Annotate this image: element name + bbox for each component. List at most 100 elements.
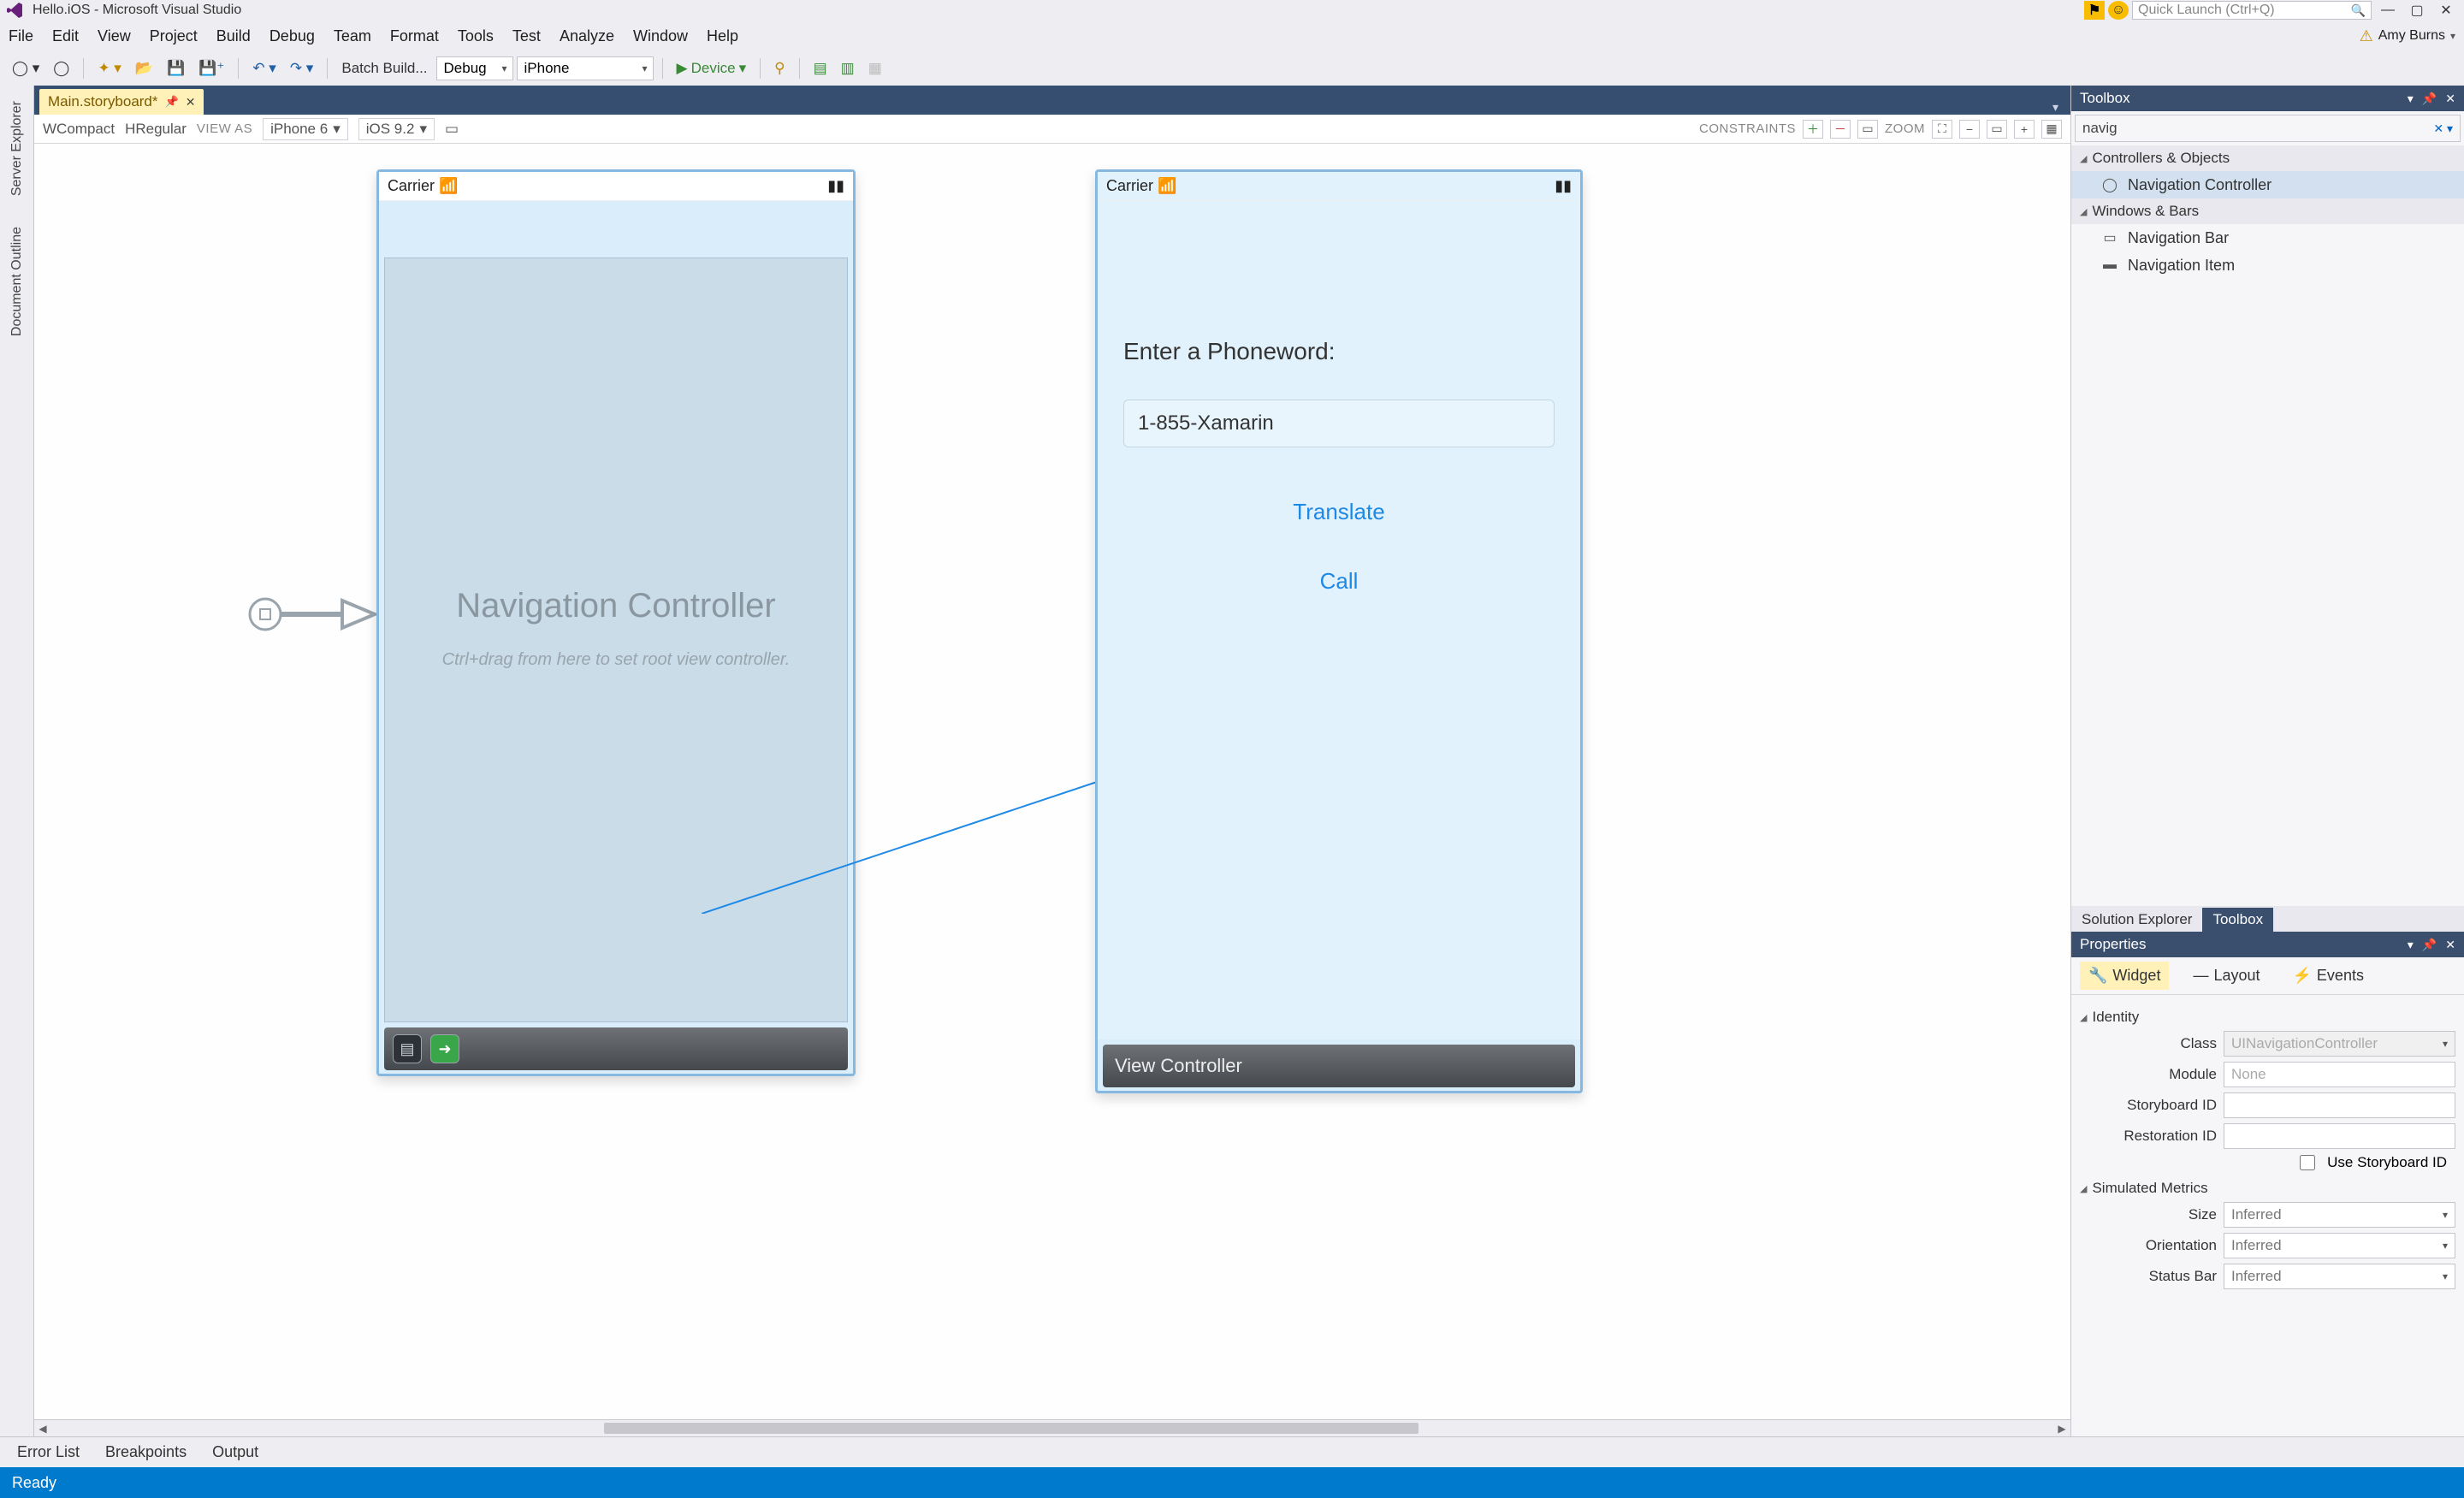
use-storyboard-id-checkbox[interactable] [2300, 1155, 2315, 1170]
close-tab-icon[interactable]: ✕ [186, 95, 196, 110]
size-combo[interactable]: Inferred▾ [2224, 1202, 2455, 1228]
prop-group-identity[interactable]: Identity [2080, 1009, 2455, 1026]
scroll-thumb[interactable] [604, 1423, 1419, 1434]
batch-build-button[interactable]: Batch Build... [336, 56, 432, 80]
view-controller-scene[interactable]: Carrier 📶 ▮▮ Enter a Phoneword: 1-855-Xa… [1095, 169, 1583, 1093]
minimize-button[interactable]: — [2375, 1, 2401, 20]
storyboard-id-input[interactable] [2224, 1092, 2455, 1118]
grid-icon[interactable]: ▦ [2041, 120, 2062, 139]
properties-title-bar[interactable]: Properties ▾ 📌 ✕ [2071, 932, 2464, 957]
toolbox-search-input[interactable]: navig ✕ ▾ [2075, 115, 2461, 142]
pin-icon[interactable]: 📌 [165, 95, 179, 109]
restoration-id-input[interactable] [2224, 1123, 2455, 1149]
menu-team[interactable]: Team [334, 27, 371, 45]
storyboard-canvas[interactable]: Carrier 📶 ▮▮ Navigation Controller Ctrl+… [34, 144, 2070, 1376]
first-responder-icon[interactable]: ▤ [393, 1034, 422, 1063]
size-class-w[interactable]: WCompact [43, 121, 115, 138]
tool-icon-3[interactable]: ▥ [836, 56, 860, 80]
tab-overflow-icon[interactable]: ▾ [2046, 100, 2065, 115]
menu-help[interactable]: Help [707, 27, 738, 45]
prop-tab-layout[interactable]: —Layout [2184, 962, 2268, 990]
pin-icon[interactable]: 📌 [2422, 938, 2437, 952]
prop-tab-widget[interactable]: 🔧Widget [2080, 962, 2169, 990]
redo-icon[interactable]: ↷ ▾ [285, 56, 319, 80]
tool-icon-1[interactable]: ⚲ [769, 56, 790, 80]
back-button[interactable]: ◯ ▾ [7, 56, 44, 80]
scroll-left-icon[interactable]: ◀ [34, 1420, 51, 1436]
quick-launch-input[interactable]: Quick Launch (Ctrl+Q) 🔍 [2132, 1, 2372, 20]
toolbox-item-navigation-controller[interactable]: ◯Navigation Controller [2071, 171, 2464, 198]
panel-close-icon[interactable]: ✕ [2445, 938, 2455, 952]
toolbox-item-navigation-bar[interactable]: ▭Navigation Bar [2071, 224, 2464, 252]
menu-file[interactable]: File [9, 27, 33, 45]
user-dropdown-icon[interactable]: ▾ [2450, 30, 2455, 42]
constraints-remove-icon[interactable]: － [1830, 120, 1851, 139]
navigation-controller-scene[interactable]: Carrier 📶 ▮▮ Navigation Controller Ctrl+… [376, 169, 856, 1076]
tab-error-list[interactable]: Error List [17, 1443, 80, 1461]
horizontal-scrollbar[interactable]: ◀ ▶ [34, 1419, 2070, 1436]
close-button[interactable]: ✕ [2433, 1, 2459, 20]
designer-canvas-scroll[interactable]: Carrier 📶 ▮▮ Navigation Controller Ctrl+… [34, 144, 2070, 1419]
menu-build[interactable]: Build [216, 27, 251, 45]
menu-analyze[interactable]: Analyze [560, 27, 614, 45]
maximize-button[interactable]: ▢ [2404, 1, 2430, 20]
undo-icon[interactable]: ↶ ▾ [247, 56, 281, 80]
phoneword-textfield[interactable]: 1-855-Xamarin [1123, 400, 1555, 447]
start-debug-button[interactable]: ▶ Device ▾ [672, 56, 752, 80]
forward-button[interactable]: ◯ [48, 56, 74, 80]
constraints-add-icon[interactable]: ＋ [1803, 120, 1823, 139]
menu-edit[interactable]: Edit [52, 27, 79, 45]
zoom-actual-icon[interactable]: ▭ [1987, 120, 2007, 139]
menu-debug[interactable]: Debug [270, 27, 315, 45]
module-input[interactable]: None [2224, 1062, 2455, 1087]
prop-tab-events[interactable]: ⚡Events [2284, 962, 2372, 990]
menu-window[interactable]: Window [633, 27, 688, 45]
zoom-out-icon[interactable]: − [1959, 120, 1980, 139]
panel-dropdown-icon[interactable]: ▾ [2408, 92, 2414, 106]
document-tab-active[interactable]: Main.storyboard* 📌 ✕ [39, 89, 204, 115]
server-explorer-tab[interactable]: Server Explorer [8, 94, 27, 203]
panel-dropdown-icon[interactable]: ▾ [2408, 938, 2414, 952]
document-outline-tab[interactable]: Document Outline [8, 220, 27, 343]
translate-button[interactable]: Translate [1123, 499, 1555, 525]
toolbox-item-navigation-item[interactable]: ▬Navigation Item [2071, 252, 2464, 279]
menu-format[interactable]: Format [390, 27, 439, 45]
class-combo[interactable]: UINavigationController▾ [2224, 1031, 2455, 1057]
panel-close-icon[interactable]: ✕ [2445, 92, 2455, 106]
clear-search-icon[interactable]: ✕ ▾ [2433, 121, 2453, 136]
exit-icon[interactable]: ➜ [430, 1034, 459, 1063]
orientation-combo[interactable]: Inferred▾ [2224, 1233, 2455, 1258]
menu-project[interactable]: Project [150, 27, 198, 45]
pin-icon[interactable]: 📌 [2422, 92, 2437, 106]
menu-test[interactable]: Test [512, 27, 541, 45]
menu-tools[interactable]: Tools [458, 27, 494, 45]
zoom-fit-icon[interactable]: ⛶ [1932, 120, 1952, 139]
toolbox-category[interactable]: Windows & Bars [2071, 198, 2464, 224]
tool-icon-2[interactable]: ▤ [808, 56, 832, 80]
feedback-smile-icon[interactable]: ☺ [2108, 1, 2129, 20]
device-combo[interactable]: iPhone 6 ▾ [263, 118, 348, 140]
signed-in-user[interactable]: Amy Burns [2378, 28, 2445, 44]
zoom-in-icon[interactable]: + [2014, 120, 2035, 139]
toolbox-title-bar[interactable]: Toolbox ▾ 📌 ✕ [2071, 86, 2464, 111]
tab-toolbox[interactable]: Toolbox [2202, 908, 2273, 932]
toolbox-category[interactable]: Controllers & Objects [2071, 145, 2464, 171]
solution-config-combo[interactable]: Debug [436, 56, 513, 80]
statusbar-combo[interactable]: Inferred▾ [2224, 1264, 2455, 1289]
os-combo[interactable]: iOS 9.2 ▾ [358, 118, 435, 140]
nav-body[interactable] [384, 258, 848, 1022]
initial-vc-arrow-icon[interactable] [248, 589, 376, 640]
save-all-icon[interactable]: 💾⁺ [193, 56, 229, 80]
notifications-flag-icon[interactable]: ⚑ [2084, 1, 2105, 20]
constraints-frame-icon[interactable]: ▭ [1857, 120, 1878, 139]
scroll-right-icon[interactable]: ▶ [2053, 1420, 2070, 1436]
tab-breakpoints[interactable]: Breakpoints [105, 1443, 187, 1461]
call-button[interactable]: Call [1123, 568, 1555, 595]
orientation-icon[interactable]: ▭ [445, 121, 459, 138]
tab-solution-explorer[interactable]: Solution Explorer [2071, 908, 2202, 932]
new-project-icon[interactable]: ✦ ▾ [92, 56, 127, 80]
menu-view[interactable]: View [98, 27, 131, 45]
tab-output[interactable]: Output [212, 1443, 258, 1461]
size-class-h[interactable]: HRegular [125, 121, 187, 138]
solution-platform-combo[interactable]: iPhone [517, 56, 654, 80]
